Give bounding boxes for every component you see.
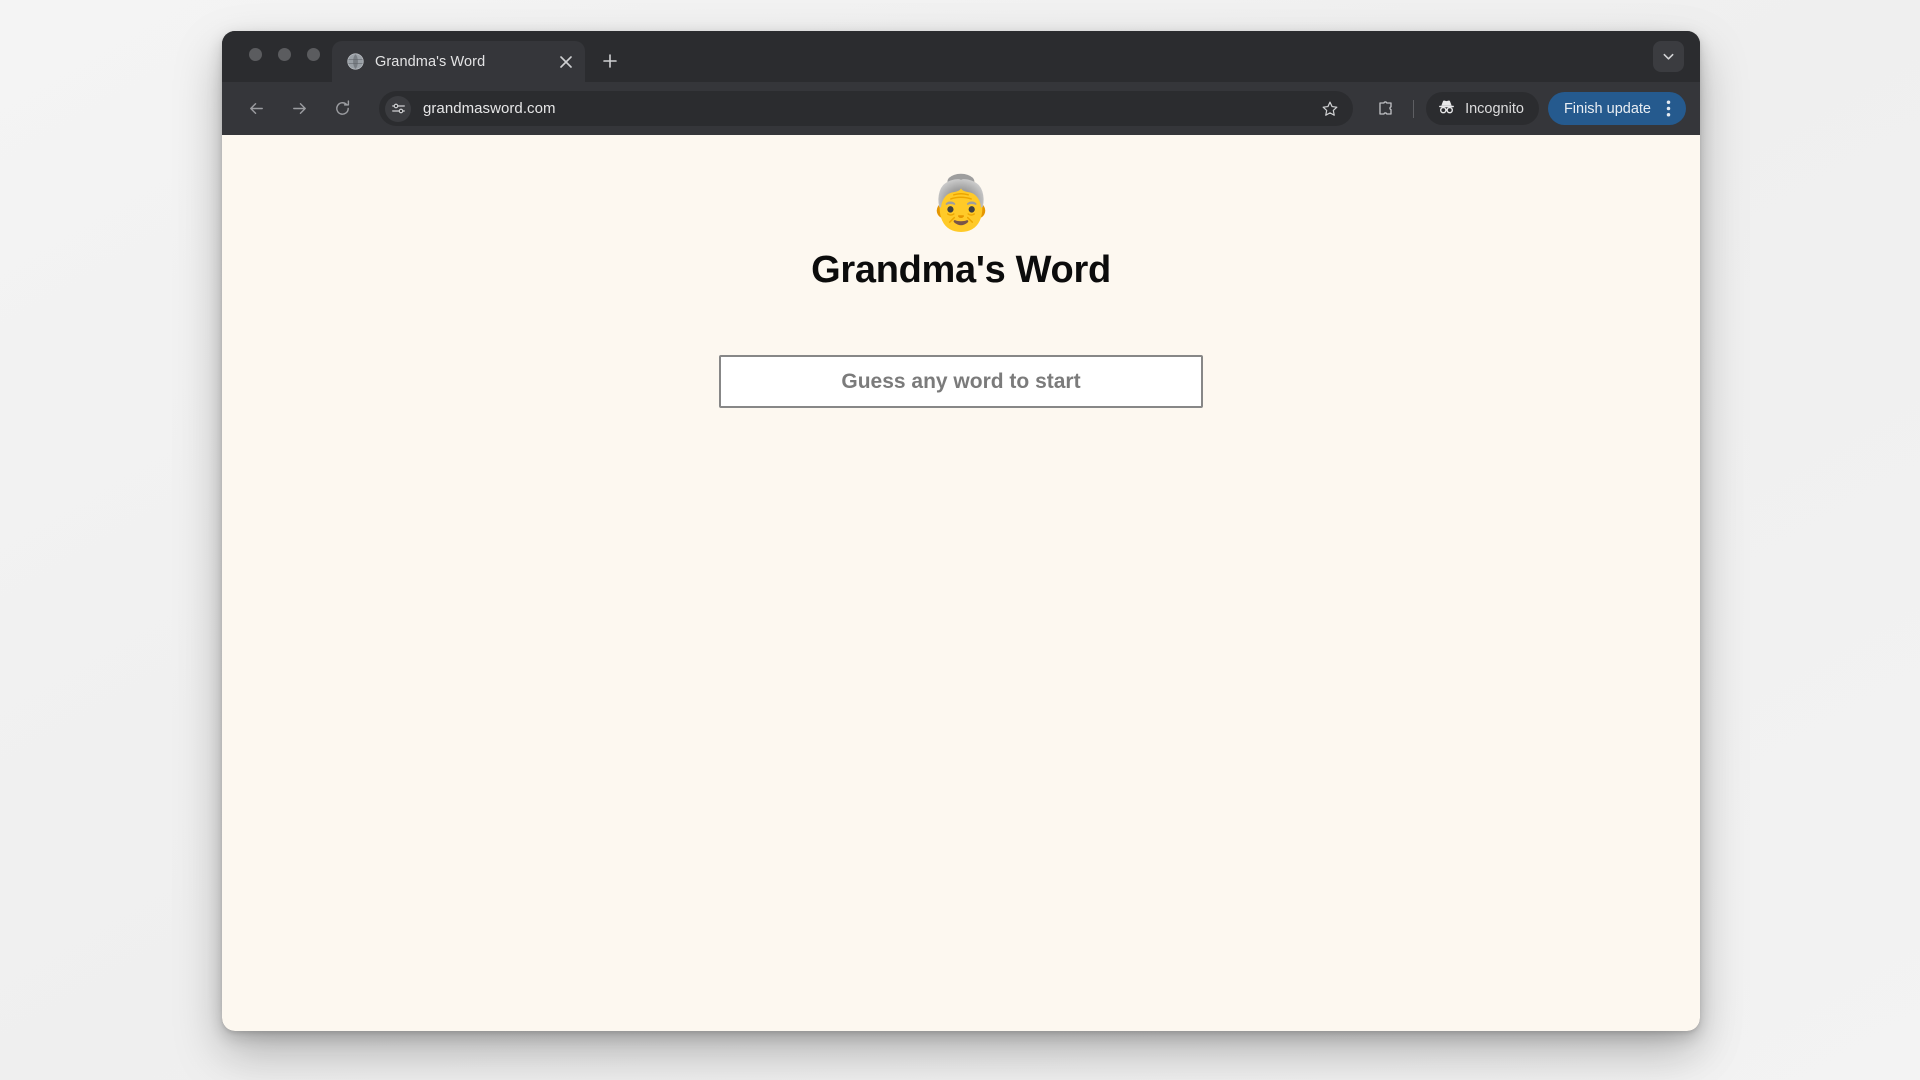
incognito-indicator[interactable]: Incognito <box>1426 92 1539 125</box>
new-tab-button[interactable] <box>595 46 625 76</box>
address-bar[interactable]: grandmasword.com <box>379 91 1354 126</box>
three-dot-menu-icon[interactable] <box>1657 96 1679 122</box>
star-icon[interactable] <box>1316 95 1344 123</box>
tab-grandmas-word[interactable]: Grandma's Word <box>332 41 585 82</box>
tune-icon[interactable] <box>385 95 411 122</box>
globe-icon <box>347 53 364 70</box>
grandma-emoji: 👵 <box>928 173 994 234</box>
browser-window: Grandma's Word grandmasword.com Incognit… <box>222 31 1700 1031</box>
puzzle-icon[interactable] <box>1369 93 1401 125</box>
chevron-down-icon[interactable] <box>1653 41 1684 72</box>
tab-list: Grandma's Word <box>332 31 625 82</box>
toolbar-divider <box>1413 99 1415 118</box>
reload-icon[interactable] <box>326 92 359 125</box>
tab-strip: Grandma's Word <box>222 31 1700 82</box>
finish-update-button[interactable]: Finish update <box>1547 92 1686 125</box>
incognito-label: Incognito <box>1465 100 1524 117</box>
browser-toolbar: grandmasword.com Incognito Finish update <box>222 82 1700 135</box>
close-window-button[interactable] <box>249 48 262 61</box>
arrow-left-icon[interactable] <box>240 92 273 125</box>
page-title: Grandma's Word <box>811 249 1111 291</box>
finish-update-label: Finish update <box>1563 100 1651 117</box>
url-text: grandmasword.com <box>423 100 556 117</box>
maximize-window-button[interactable] <box>307 48 320 61</box>
app-container: 👵 Grandma's Word <box>222 135 1700 409</box>
close-icon[interactable] <box>555 51 577 73</box>
minimize-window-button[interactable] <box>278 48 291 61</box>
incognito-icon <box>1437 97 1456 121</box>
guess-input[interactable] <box>719 355 1203 409</box>
desktop-background: Grandma's Word grandmasword.com Incognit… <box>0 0 1920 1080</box>
tab-title: Grandma's Word <box>375 53 486 70</box>
arrow-right-icon[interactable] <box>283 92 316 125</box>
window-traffic-lights <box>249 48 320 61</box>
page-viewport: 👵 Grandma's Word <box>222 135 1700 1031</box>
